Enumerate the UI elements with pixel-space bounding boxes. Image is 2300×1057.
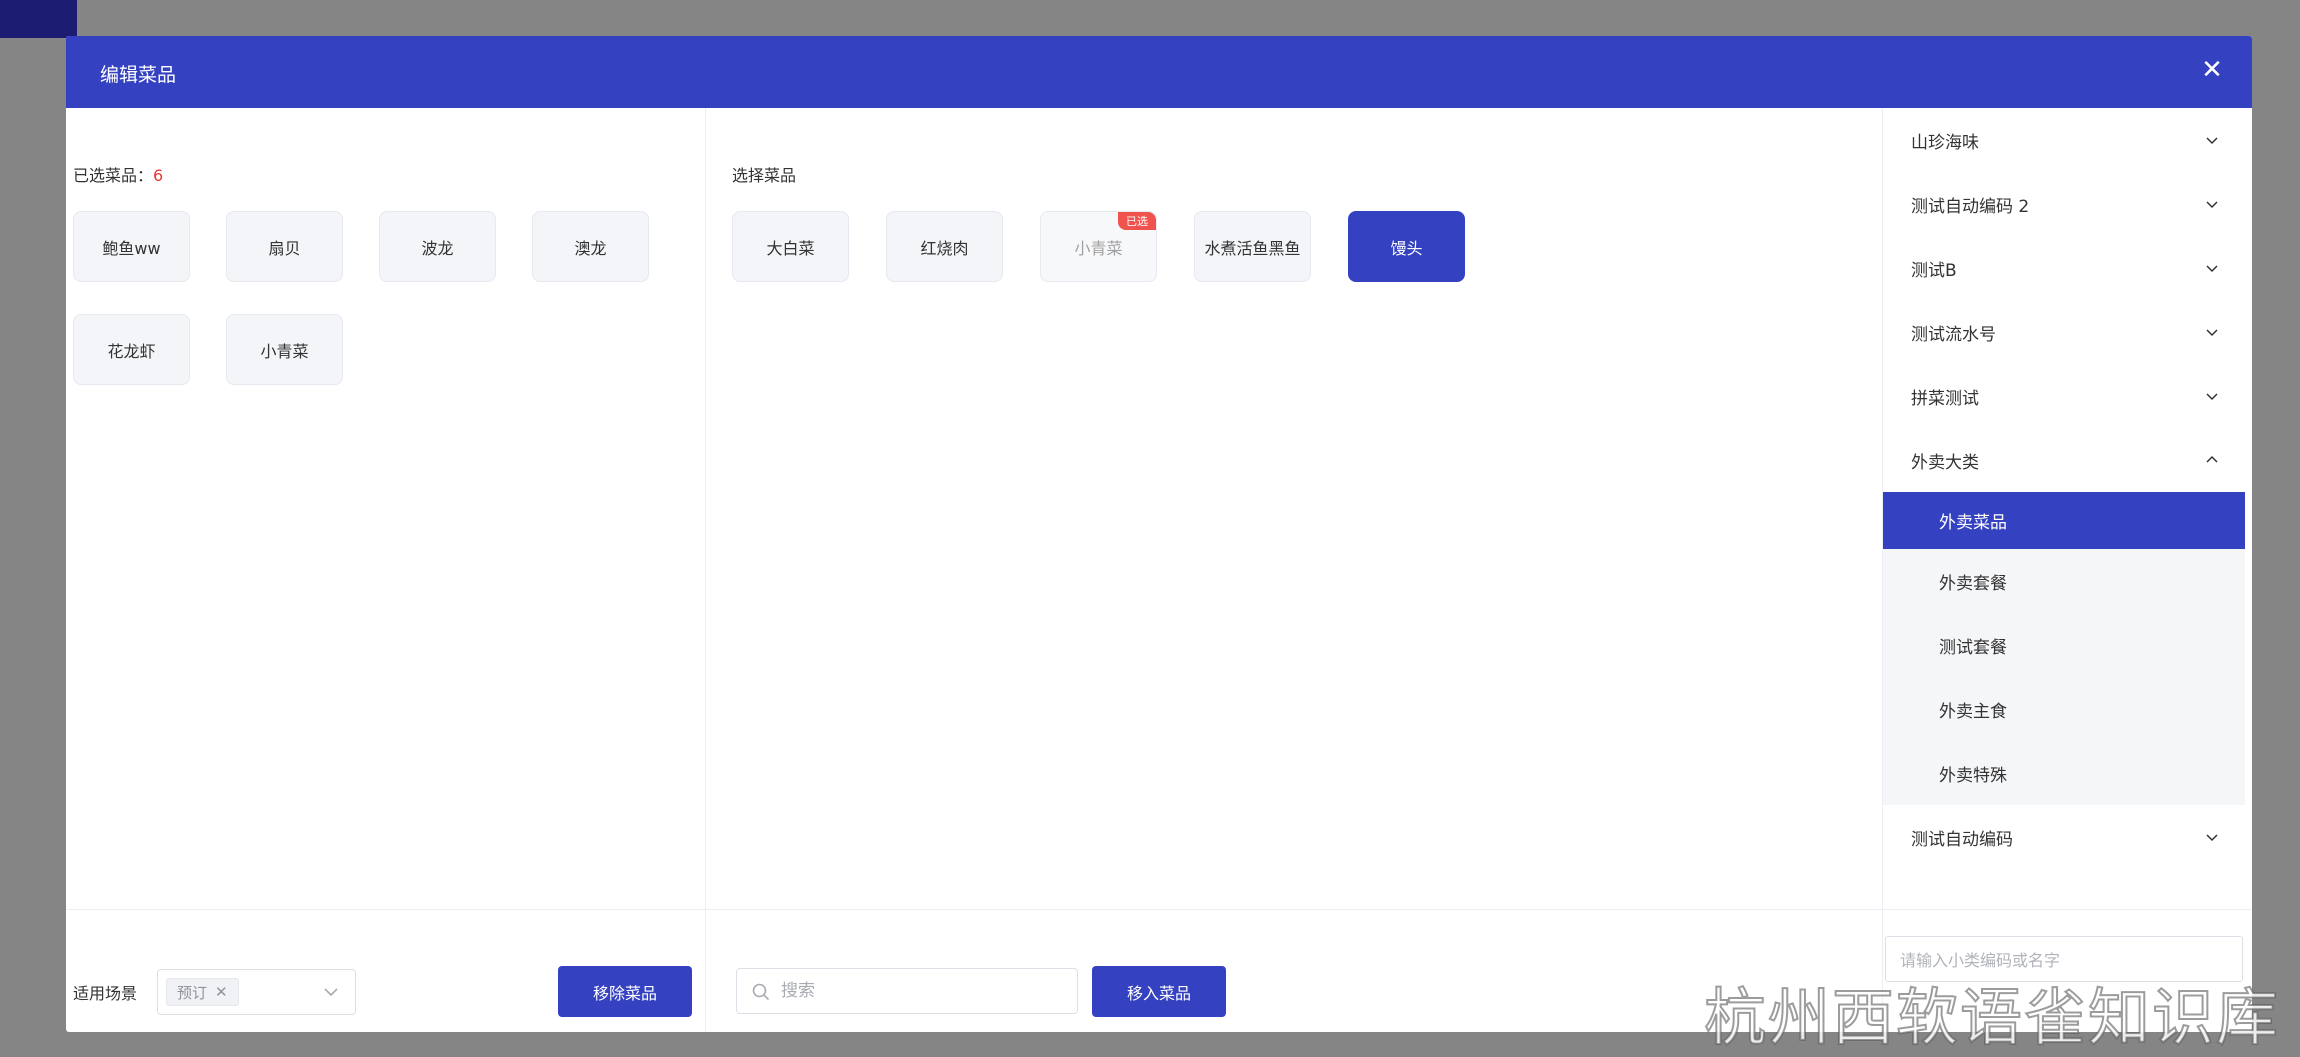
category-item[interactable]: 测试自动编码 2 xyxy=(1883,172,2245,236)
choose-dish-card[interactable]: 红烧肉 xyxy=(886,211,1003,282)
category-label: 测试B xyxy=(1911,260,1957,281)
subcategory-label: 测试套餐 xyxy=(1939,637,2007,658)
category-label: 测试流水号 xyxy=(1911,324,1996,345)
selected-dish-card[interactable]: 小青菜 xyxy=(226,314,343,385)
selected-dishes-label: 已选菜品：6 xyxy=(73,162,163,186)
modal-header: 编辑菜品 ✕ xyxy=(66,36,2252,108)
scene-select[interactable]: 预订 ✕ xyxy=(157,969,356,1015)
chevron-down-icon xyxy=(2206,329,2218,337)
category-item[interactable]: 拼菜测试 xyxy=(1883,364,2245,428)
selected-count: 6 xyxy=(153,166,164,185)
dish-name: 扇贝 xyxy=(268,238,301,258)
chevron-up-icon xyxy=(2206,455,2218,463)
dish-name: 水煮活鱼黑鱼 xyxy=(1204,238,1301,258)
subcategory-label: 外卖菜品 xyxy=(1939,513,2007,533)
subcategory-item[interactable]: 外卖菜品 xyxy=(1883,492,2245,549)
move-in-dish-button[interactable]: 移入菜品 xyxy=(1092,966,1226,1017)
subcategory-label: 外卖特殊 xyxy=(1939,765,2007,786)
category-label: 拼菜测试 xyxy=(1911,388,1979,409)
selected-dish-grid: 鲍鱼ww 扇贝 波龙 澳龙花龙虾 小青菜 xyxy=(73,211,673,385)
dish-name: 波龙 xyxy=(421,238,454,258)
backdrop-logo-block xyxy=(0,0,77,38)
selected-dish-card[interactable]: 澳龙 xyxy=(532,211,649,282)
dish-name: 小青菜 xyxy=(260,341,309,361)
category-item[interactable]: 测试自动编码 xyxy=(1883,805,2245,869)
subcategory-item[interactable]: 测试套餐 xyxy=(1883,613,2245,677)
chevron-down-icon xyxy=(2206,201,2218,209)
choose-dish-card[interactable]: 馒头 xyxy=(1348,211,1465,282)
subcategory-list: 外卖菜品外卖套餐测试套餐外卖主食外卖特殊 xyxy=(1883,492,2245,805)
chevron-down-icon xyxy=(2206,834,2218,842)
subcategory-item[interactable]: 外卖特殊 xyxy=(1883,741,2245,805)
subcategory-item[interactable]: 外卖主食 xyxy=(1883,677,2245,741)
selected-dish-card[interactable]: 花龙虾 xyxy=(73,314,190,385)
dish-name: 澳龙 xyxy=(574,238,607,258)
category-label: 外卖大类 xyxy=(1911,452,1979,473)
remove-dish-button[interactable]: 移除菜品 xyxy=(558,966,692,1017)
dish-name: 大白菜 xyxy=(766,238,815,258)
chevron-down-icon xyxy=(2206,393,2218,401)
chevron-down-icon xyxy=(2206,265,2218,273)
selected-dish-card[interactable]: 扇贝 xyxy=(226,211,343,282)
category-label: 测试自动编码 2 xyxy=(1911,196,2030,217)
scene-tag: 预订 ✕ xyxy=(166,978,239,1006)
selected-dishes-panel: 已选菜品：6 鲍鱼ww 扇贝 波龙 澳龙花龙虾 小青菜 xyxy=(66,108,706,1032)
choose-dish-grid: 大白菜 红烧肉 小青菜 已选 水煮活鱼黑鱼 馒头 xyxy=(732,211,1532,282)
choose-dish-card[interactable]: 大白菜 xyxy=(732,211,849,282)
scene-label: 适用场景 xyxy=(73,984,138,1003)
dish-name: 小青菜 xyxy=(1074,238,1123,258)
footer-divider xyxy=(66,909,2252,910)
choose-dishes-label: 选择菜品 xyxy=(732,166,797,185)
edit-dish-modal: 编辑菜品 ✕ 已选菜品：6 鲍鱼ww 扇贝 波龙 澳龙花龙虾 小青菜 选择菜品 大白菜 红… xyxy=(66,36,2252,1032)
already-selected-badge: 已选 xyxy=(1118,212,1156,230)
selected-label-text: 已选菜品： xyxy=(73,166,154,185)
dish-name: 鲍鱼ww xyxy=(102,238,161,258)
choose-dish-card: 小青菜 已选 xyxy=(1040,211,1157,282)
tag-close-icon[interactable]: ✕ xyxy=(215,983,228,1001)
category-list: 山珍海味测试自动编码 2 测试B 测试流水号拼菜测试外卖大类外卖菜品外卖套餐测试套餐… xyxy=(1883,108,2245,869)
category-item[interactable]: 测试B xyxy=(1883,236,2245,300)
dish-name: 馒头 xyxy=(1390,238,1423,258)
category-label: 测试自动编码 xyxy=(1911,829,2013,850)
category-item[interactable]: 外卖大类 xyxy=(1883,428,2245,492)
dish-name: 花龙虾 xyxy=(107,341,156,361)
category-label: 山珍海味 xyxy=(1911,132,1979,153)
selected-dish-card[interactable]: 鲍鱼ww xyxy=(73,211,190,282)
watermark: 杭州西软语雀知识库 xyxy=(1703,980,2280,1055)
chevron-down-icon xyxy=(2206,137,2218,145)
selected-dish-card[interactable]: 波龙 xyxy=(379,211,496,282)
dish-search-field[interactable] xyxy=(736,968,1078,1014)
category-item[interactable]: 测试流水号 xyxy=(1883,300,2245,364)
category-panel: 山珍海味测试自动编码 2 测试B 测试流水号拼菜测试外卖大类外卖菜品外卖套餐测试套餐… xyxy=(1882,108,2245,1032)
choose-dishes-panel: 选择菜品 大白菜 红烧肉 小青菜 已选 水煮活鱼黑鱼 馒头 xyxy=(706,108,1922,1032)
close-icon[interactable]: ✕ xyxy=(2194,52,2230,88)
subcategory-item[interactable]: 外卖套餐 xyxy=(1883,549,2245,613)
choose-dish-card[interactable]: 水煮活鱼黑鱼 xyxy=(1194,211,1311,282)
scene-tag-label: 预订 xyxy=(177,983,208,1002)
dish-name: 红烧肉 xyxy=(920,238,969,258)
search-icon xyxy=(752,983,770,1001)
subcategory-label: 外卖套餐 xyxy=(1939,573,2007,594)
dish-search-input[interactable] xyxy=(781,975,1061,1007)
category-item[interactable]: 山珍海味 xyxy=(1883,108,2245,172)
chevron-down-icon xyxy=(324,988,338,997)
subcategory-label: 外卖主食 xyxy=(1939,701,2007,722)
modal-title: 编辑菜品 xyxy=(100,64,177,86)
